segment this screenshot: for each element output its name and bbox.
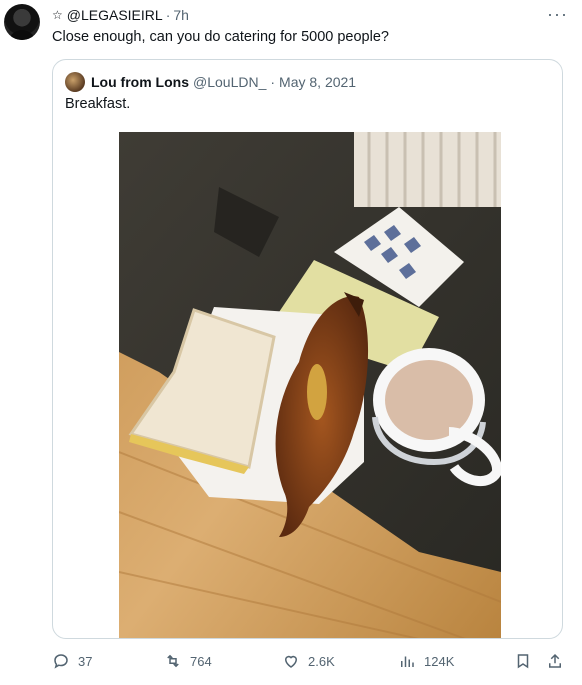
tweet-time[interactable]: 7h bbox=[173, 6, 189, 24]
quoted-date[interactable]: May 8, 2021 bbox=[279, 74, 356, 90]
quoted-handle[interactable]: @LouLDN_ bbox=[193, 74, 266, 90]
user-handle[interactable]: @LEGASIEIRL bbox=[67, 6, 163, 24]
quoted-text: Breakfast. bbox=[65, 96, 131, 112]
quoted-tweet-header: Lou from Lons @LouLDN_ · May 8, 2021 bbox=[65, 72, 356, 92]
breakfast-photo[interactable] bbox=[119, 132, 501, 638]
tweet-text: Close enough, can you do catering for 50… bbox=[52, 29, 389, 45]
view-count: 124K bbox=[424, 653, 455, 669]
repost-icon bbox=[167, 654, 179, 668]
tweet-actions: 37 764 2.6K 124K bbox=[52, 652, 572, 674]
repost-count: 764 bbox=[190, 653, 212, 669]
reply-count: 37 bbox=[78, 653, 93, 669]
share-icon bbox=[549, 653, 561, 668]
share-button[interactable] bbox=[546, 652, 572, 670]
views-button[interactable]: 124K bbox=[398, 652, 454, 670]
separator: · bbox=[270, 74, 276, 90]
repost-button[interactable]: 764 bbox=[164, 652, 212, 670]
bookmark-button[interactable] bbox=[514, 652, 540, 670]
heart-icon bbox=[284, 655, 298, 668]
quoted-display-name[interactable]: Lou from Lons bbox=[91, 74, 189, 90]
star-icon: ☆ bbox=[52, 8, 63, 22]
more-icon[interactable]: ··· bbox=[547, 4, 568, 25]
user-avatar[interactable] bbox=[4, 4, 40, 40]
views-icon bbox=[401, 656, 414, 667]
like-count: 2.6K bbox=[308, 653, 335, 669]
separator: · bbox=[165, 7, 171, 23]
quoted-avatar[interactable] bbox=[65, 72, 85, 92]
bookmark-icon bbox=[517, 654, 529, 669]
tweet-header: ☆ @LEGASIEIRL · 7h bbox=[52, 6, 189, 24]
like-button[interactable]: 2.6K bbox=[282, 652, 335, 670]
reply-icon bbox=[54, 654, 68, 669]
reply-button[interactable]: 37 bbox=[52, 652, 92, 670]
quoted-tweet[interactable]: Lou from Lons @LouLDN_ · May 8, 2021 Bre… bbox=[52, 59, 563, 639]
